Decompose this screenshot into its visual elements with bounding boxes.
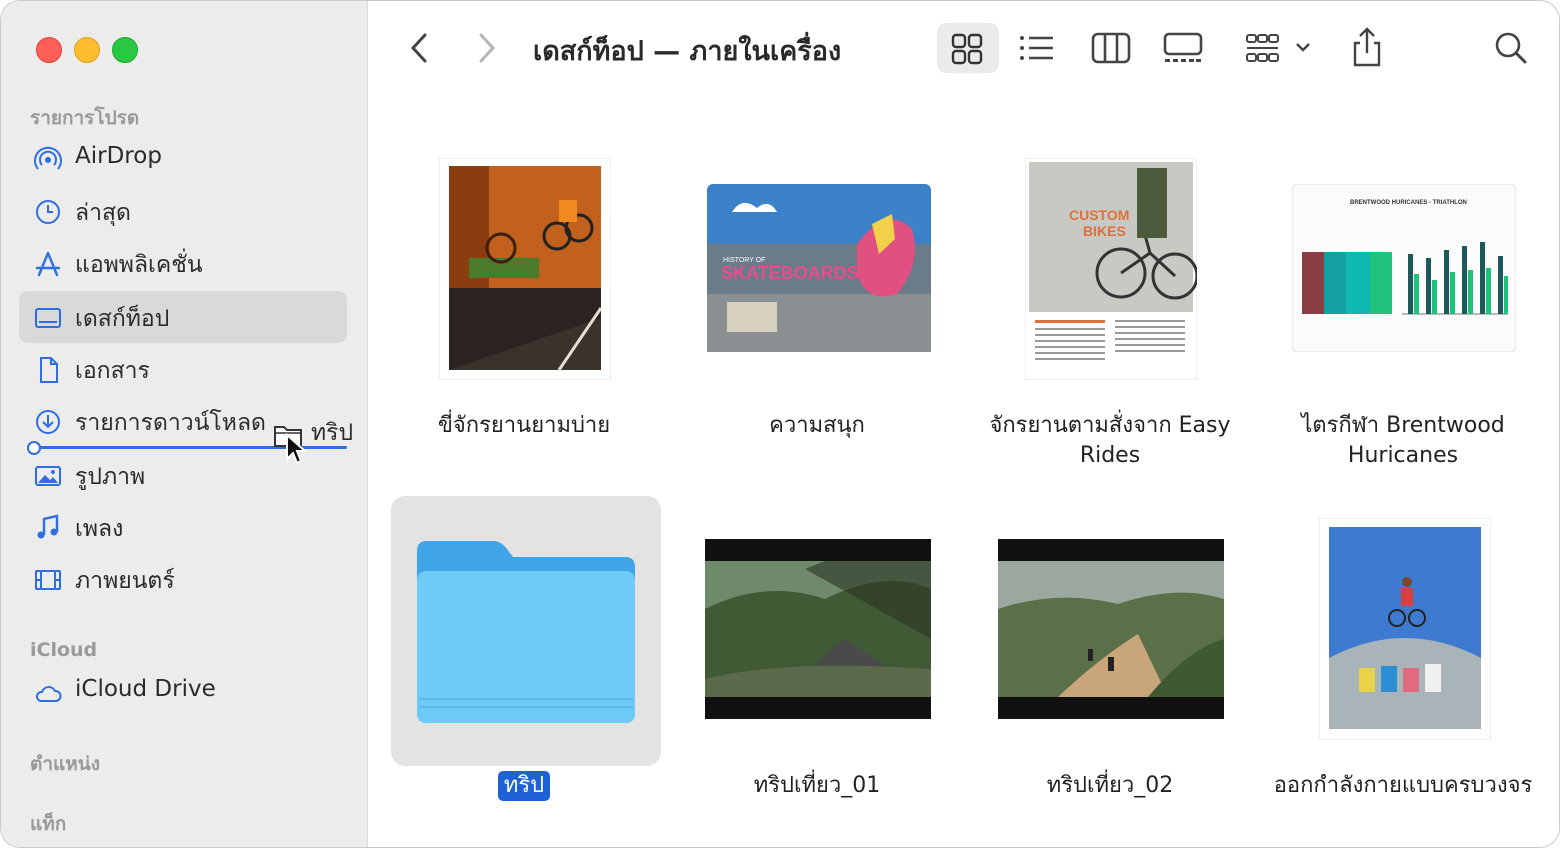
finder-window: รายการโปรด AirDrop ล่าสุด แอพพลิเคชั่น เ… bbox=[0, 0, 1560, 848]
forward-icon[interactable] bbox=[469, 23, 505, 73]
airdrop-icon bbox=[34, 146, 62, 170]
desktop-icon bbox=[35, 308, 61, 328]
sidebar-item-label: เอกสาร bbox=[75, 358, 150, 384]
video-thumbnail bbox=[998, 539, 1224, 719]
sidebar-item-pictures[interactable]: รูปภาพ bbox=[19, 449, 347, 501]
custom-text: CUSTOM bbox=[1069, 207, 1129, 223]
image-thumbnail: SKATEBOARDS HISTORY OF bbox=[707, 184, 931, 352]
music-icon bbox=[37, 514, 59, 539]
icloud-header: iCloud bbox=[30, 639, 98, 661]
group-icon[interactable] bbox=[1241, 23, 1317, 73]
video-thumbnail bbox=[705, 539, 931, 719]
sidebar-item-airdrop[interactable]: AirDrop bbox=[19, 133, 347, 185]
file-name: ทริปเที่ยว_02 bbox=[1046, 773, 1174, 798]
drag-label: ทริป bbox=[311, 420, 354, 446]
applications-icon bbox=[35, 251, 61, 277]
spreadsheet-thumbnail: BRENTWOOD HURICANES - TRIATHLON bbox=[1292, 184, 1516, 352]
close-button[interactable] bbox=[36, 37, 62, 63]
clock-icon bbox=[36, 200, 60, 224]
document-icon bbox=[40, 357, 58, 383]
skateboards-text: SKATEBOARDS bbox=[721, 263, 859, 283]
document-thumbnail: CUSTOM BIKES bbox=[1025, 158, 1197, 380]
sidebar-item-label: ล่าสุด bbox=[75, 200, 131, 226]
gallery-view-icon[interactable] bbox=[1161, 23, 1205, 73]
sidebar-item-applications[interactable]: แอพพลิเคชั่น bbox=[19, 237, 347, 289]
locations-header: ตำแหน่ง bbox=[30, 753, 101, 775]
file-name: ออกกำลังกายแบบครบวงจร bbox=[1273, 773, 1533, 798]
share-icon[interactable] bbox=[1347, 23, 1387, 73]
sidebar-item-label: เพลง bbox=[75, 516, 124, 542]
list-view-icon[interactable] bbox=[1015, 23, 1059, 73]
icon-view-icon bbox=[951, 33, 983, 65]
cloud-icon bbox=[35, 686, 62, 702]
sidebar-item-label: รูปภาพ bbox=[75, 464, 146, 490]
sidebar-item-movies[interactable]: ภาพยนตร์ bbox=[19, 553, 347, 605]
sidebar-item-documents[interactable]: เอกสาร bbox=[19, 343, 347, 395]
sidebar-item-label: แอพพลิเคชั่น bbox=[75, 252, 203, 278]
photo-thumbnail bbox=[439, 158, 611, 380]
sidebar: รายการโปรด AirDrop ล่าสุด แอพพลิเคชั่น เ… bbox=[1, 1, 368, 847]
sidebar-item-label: iCloud Drive bbox=[75, 676, 216, 702]
selected-file-name: ทริป bbox=[497, 771, 551, 801]
search-icon[interactable] bbox=[1491, 23, 1531, 73]
sidebar-item-label: ภาพยนตร์ bbox=[75, 568, 175, 594]
triathlon-title-text: BRENTWOOD HURICANES - TRIATHLON bbox=[1350, 200, 1467, 206]
back-icon[interactable] bbox=[401, 23, 437, 73]
file-name: ไตรกีฬา Brentwood Huricanes bbox=[1301, 413, 1505, 468]
bikes-text: BIKES bbox=[1083, 223, 1126, 239]
download-icon bbox=[36, 410, 60, 434]
file-name: ทริป bbox=[384, 771, 664, 801]
file-name: ขี่จักรยานยามบ่าย bbox=[437, 413, 611, 438]
icon-view-button[interactable] bbox=[937, 23, 999, 73]
folder-icon bbox=[417, 541, 635, 723]
column-view-icon[interactable] bbox=[1089, 23, 1133, 73]
sidebar-item-recents[interactable]: ล่าสุด bbox=[19, 185, 347, 237]
minimize-button[interactable] bbox=[74, 37, 100, 63]
file-name: จักรยานตามสั่งจาก Easy Rides bbox=[989, 413, 1231, 468]
sidebar-item-label: เดสก์ท็อป bbox=[75, 306, 170, 332]
window-title: เดสก์ท็อป — ภายในเครื่อง bbox=[533, 36, 842, 67]
history-of-text: HISTORY OF bbox=[723, 257, 765, 264]
sidebar-item-icloud-drive[interactable]: iCloud Drive bbox=[19, 666, 347, 718]
sidebar-item-label: AirDrop bbox=[75, 143, 162, 169]
photo-icon bbox=[35, 466, 61, 486]
file-name: ความสนุก bbox=[769, 413, 865, 438]
sidebar-item-music[interactable]: เพลง bbox=[19, 501, 347, 553]
file-name: ทริปเที่ยว_01 bbox=[753, 773, 881, 798]
film-icon bbox=[35, 570, 61, 590]
photo-thumbnail bbox=[1319, 518, 1491, 740]
zoom-button[interactable] bbox=[112, 37, 138, 63]
tags-header: แท็ก bbox=[30, 813, 67, 835]
sidebar-item-label: รายการดาวน์โหลด bbox=[75, 410, 266, 436]
sidebar-item-desktop[interactable]: เดสก์ท็อป bbox=[19, 291, 347, 343]
favorites-header: รายการโปรด bbox=[30, 107, 140, 129]
